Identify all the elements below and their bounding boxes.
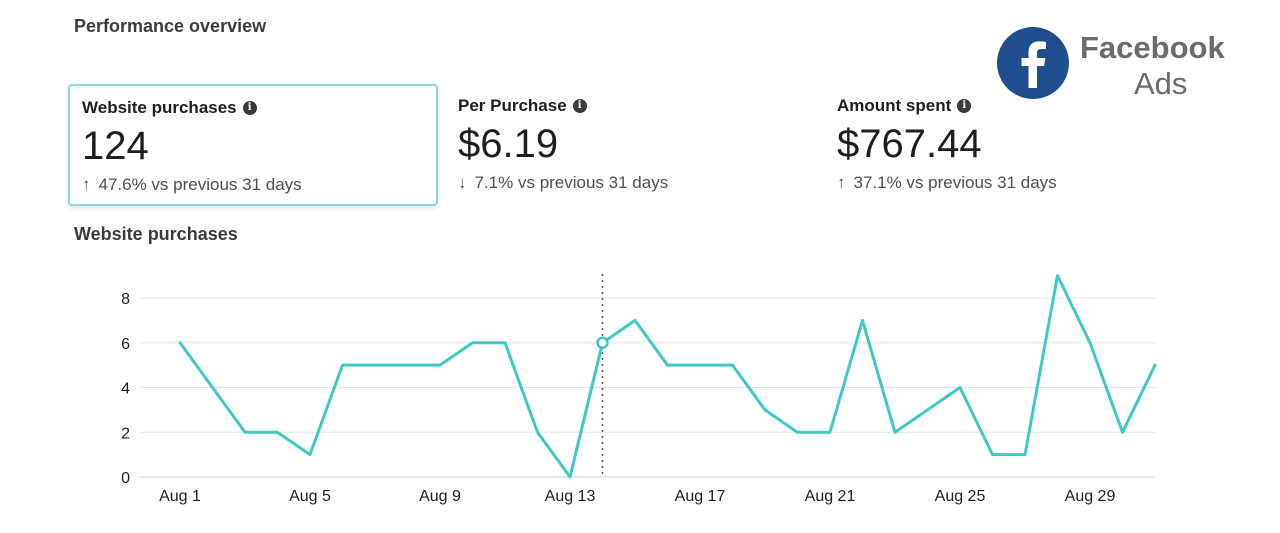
- data-point: [308, 453, 312, 457]
- x-tick-label: Aug 9: [419, 488, 461, 505]
- data-point: [991, 453, 995, 457]
- data-point: [796, 430, 800, 434]
- x-tick-label: Aug 1: [159, 488, 201, 505]
- y-tick-label: 4: [121, 381, 130, 398]
- data-point: [211, 386, 215, 390]
- data-point: [438, 363, 442, 367]
- data-point: [828, 430, 832, 434]
- y-tick-label: 0: [121, 470, 130, 487]
- x-tick-label: Aug 13: [545, 488, 596, 505]
- data-point: [1153, 363, 1157, 367]
- data-point: [1121, 430, 1125, 434]
- data-point: [698, 363, 702, 367]
- data-point: [1023, 453, 1027, 457]
- data-point: [731, 363, 735, 367]
- y-tick-label: 6: [121, 336, 130, 353]
- x-tick-label: Aug 21: [805, 488, 856, 505]
- x-tick-label: Aug 29: [1065, 488, 1116, 505]
- data-point: [666, 363, 670, 367]
- data-point: [633, 318, 637, 322]
- hover-point-marker: [596, 336, 609, 349]
- data-point: [958, 386, 962, 390]
- x-tick-label: Aug 17: [675, 488, 726, 505]
- data-point: [341, 363, 345, 367]
- data-point: [243, 430, 247, 434]
- data-point: [178, 341, 182, 345]
- data-point: [1088, 341, 1092, 345]
- data-point: [861, 318, 865, 322]
- data-point: [926, 408, 930, 412]
- website-purchases-chart[interactable]: 0 2 4 6 8 Aug 1 Aug 5 Aug 9 Aug 13 Aug 17 Aug 21 Au…: [0, 0, 1280, 533]
- data-point: [568, 475, 572, 479]
- data-point: [763, 408, 767, 412]
- x-tick-label: Aug 5: [289, 488, 331, 505]
- data-point: [471, 341, 475, 345]
- data-point: [373, 363, 377, 367]
- data-point: [276, 430, 280, 434]
- series-line: [178, 274, 1157, 479]
- data-point: [1056, 274, 1060, 278]
- y-tick-label: 2: [121, 425, 130, 442]
- data-point: [406, 363, 410, 367]
- data-point: [536, 430, 540, 434]
- y-tick-label: 8: [121, 291, 130, 308]
- data-point: [503, 341, 507, 345]
- data-point: [893, 430, 897, 434]
- x-tick-label: Aug 25: [935, 488, 986, 505]
